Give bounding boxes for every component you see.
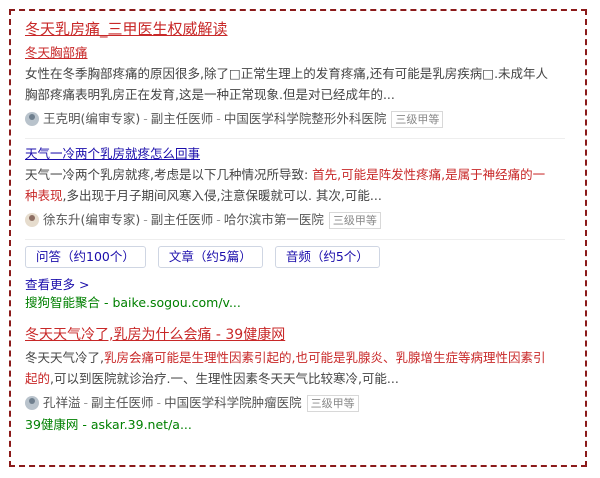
search-results: 冬天乳房痛_三甲医生权威解读 冬天胸部痛 女性在冬季胸部疼痛的原因很多,除了□正… bbox=[25, 18, 565, 434]
result-subtitle-1[interactable]: 冬天胸部痛 bbox=[25, 44, 565, 62]
author-name[interactable]: 徐东升(编审专家) bbox=[43, 211, 140, 229]
result-snippet-2-line2: 种表现,多出现于月子期间风寒入侵,注意保暖就可以. 其次,可能... bbox=[25, 186, 565, 205]
snippet-highlight: 首先,可能是阵发性疼痛,是属于神经痛的一 bbox=[312, 167, 546, 182]
result-source-url[interactable]: 搜狗智能聚合 - baike.sogou.com/v... bbox=[25, 294, 565, 312]
hospital-grade-badge: 三级甲等 bbox=[391, 110, 444, 128]
separator: - bbox=[83, 395, 89, 410]
separator: - bbox=[143, 111, 148, 126]
hospital-name: 哈尔滨市第一医院 bbox=[223, 212, 324, 227]
snippet-highlight: 乳房会痛可能是生理性因素引起的,也可能是乳腺炎、乳腺增生症等病理性因素引 bbox=[103, 350, 546, 365]
hospital-grade-badge: 三级甲等 bbox=[306, 394, 359, 412]
author-role: 副主任医师 bbox=[150, 212, 214, 227]
result-title-2[interactable]: 天气一冷两个乳房就疼怎么回事 bbox=[25, 145, 565, 163]
view-more-link[interactable]: 查看更多 > bbox=[25, 276, 565, 294]
tab-audio[interactable]: 音频（约5个） bbox=[274, 246, 380, 268]
snippet-text: 天气一冷两个乳房就疼,考虑是以下几种情况所导致: bbox=[25, 167, 313, 182]
avatar bbox=[25, 112, 39, 126]
result-snippet-1-line2: 胸部疼痛表明乳房正在发育,这是一种正常现象.但是对已经成年的... bbox=[25, 87, 395, 102]
snippet-text: 冬天天气冷了, bbox=[25, 350, 104, 365]
result-snippet-2-line1: 天气一冷两个乳房就疼,考虑是以下几种情况所导致: 首先,可能是阵发性疼痛,是属于… bbox=[25, 165, 565, 184]
author-name[interactable]: 孔祥溢 bbox=[43, 394, 81, 412]
divider bbox=[25, 239, 565, 240]
result-snippet-3-line2: 起的,可以到医院就诊治疗.一、生理性因素冬天天气比较寒冷,可能... bbox=[25, 369, 565, 388]
divider bbox=[25, 138, 565, 139]
tab-qa[interactable]: 问答（约100个） bbox=[25, 246, 146, 268]
hospital-grade-badge: 三级甲等 bbox=[328, 211, 381, 229]
avatar bbox=[25, 396, 39, 410]
result-card-3: 冬天天气冷了,乳房为什么会痛 - 39健康网 冬天天气冷了,乳房会痛可能是生理性… bbox=[25, 324, 565, 434]
separator: - bbox=[143, 212, 148, 227]
result-meta-1: 王克明(编审专家) - 副主任医师 - 中国医学科学院整形外科医院 三级甲等 bbox=[25, 110, 565, 128]
tab-articles[interactable]: 文章（约5篇） bbox=[157, 246, 263, 268]
result-card-2: 天气一冷两个乳房就疼怎么回事 天气一冷两个乳房就疼,考虑是以下几种情况所导致: … bbox=[25, 145, 565, 229]
snippet-text: ,多出现于月子期间风寒入侵,注意保暖就可以. 其次,可能... bbox=[62, 188, 382, 203]
separator: - bbox=[216, 212, 221, 227]
result-meta-3: 孔祥溢 - 副主任医师 - 中国医学科学院肿瘤医院 三级甲等 bbox=[25, 394, 565, 412]
result-card-1: 冬天乳房痛_三甲医生权威解读 冬天胸部痛 女性在冬季胸部疼痛的原因很多,除了□正… bbox=[25, 18, 565, 128]
hospital-name: 中国医学科学院整形外科医院 bbox=[223, 111, 387, 126]
snippet-highlight: 起的 bbox=[25, 371, 51, 386]
separator: - bbox=[216, 111, 221, 126]
separator: - bbox=[156, 395, 162, 410]
result-source-url[interactable]: 39健康网 - askar.39.net/a... bbox=[25, 416, 565, 434]
avatar bbox=[25, 213, 39, 227]
author-role: 副主任医师 bbox=[150, 111, 214, 126]
snippet-highlight: 种表现 bbox=[25, 188, 63, 203]
hospital-name: 中国医学科学院肿瘤医院 bbox=[164, 395, 302, 410]
author-role: 副主任医师 bbox=[91, 395, 154, 410]
snippet-text: ,可以到医院就诊治疗.一、生理性因素冬天天气比较寒冷,可能... bbox=[50, 371, 399, 386]
author-name[interactable]: 王克明(编审专家) bbox=[43, 110, 140, 128]
result-meta-2: 徐东升(编审专家) - 副主任医师 - 哈尔滨市第一医院 三级甲等 bbox=[25, 211, 565, 229]
result-snippet-3-line1: 冬天天气冷了,乳房会痛可能是生理性因素引起的,也可能是乳腺炎、乳腺增生症等病理性… bbox=[25, 348, 565, 367]
content-type-tabs: 问答（约100个） 文章（约5篇） 音频（约5个） bbox=[25, 246, 565, 268]
result-snippet-1-line1: 女性在冬季胸部疼痛的原因很多,除了□正常生理上的发育疼痛,还有可能是乳房疾病□.… bbox=[25, 66, 549, 81]
result-title-3[interactable]: 冬天天气冷了,乳房为什么会痛 - 39健康网 bbox=[25, 324, 565, 346]
result-title-1[interactable]: 冬天乳房痛_三甲医生权威解读 bbox=[25, 18, 565, 40]
